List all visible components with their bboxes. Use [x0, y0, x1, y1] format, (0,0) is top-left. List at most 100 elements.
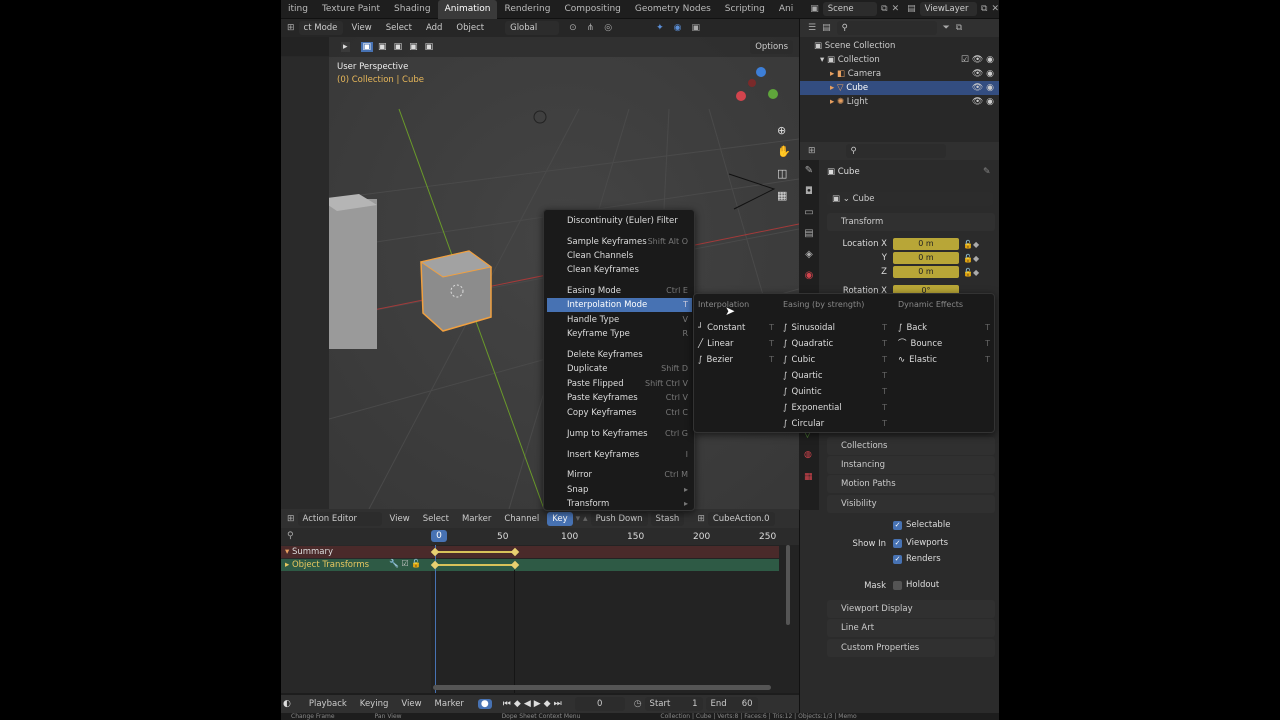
interp-linear[interactable]: ╱ Linear T — [698, 337, 774, 351]
light-visibility-icons[interactable]: 👁 ◉ — [972, 95, 994, 109]
push-down-button[interactable]: Push Down — [590, 511, 648, 526]
world-tab-icon[interactable]: ◉ — [799, 265, 819, 286]
gizmo-z-icon[interactable] — [756, 67, 766, 77]
menu-item-interpolation-mode[interactable]: Interpolation Mode T — [547, 298, 692, 312]
filter-icon[interactable]: ⏷ — [943, 23, 950, 33]
tab-compositing[interactable]: Compositing — [557, 0, 627, 19]
new-collection-icon[interactable]: ⧉ — [956, 23, 962, 33]
line-art-panel-header[interactable]: Line Art — [827, 619, 995, 637]
keying-menu[interactable]: Keying — [355, 697, 394, 711]
menu-item-transform[interactable]: Transform ▸ — [547, 497, 692, 511]
outliner-search-input[interactable]: ⚲ — [836, 21, 937, 35]
motion-paths-panel-header[interactable]: Motion Paths — [827, 475, 995, 493]
collection-visibility-icons[interactable]: ☑ 👁 ◉ — [961, 53, 994, 67]
close-icon[interactable]: ✕ — [892, 4, 900, 14]
options-button[interactable]: Options — [750, 40, 793, 54]
easing-sinusoidal[interactable]: ∫ Sinusoidal T — [783, 321, 887, 335]
select-intersect-icon[interactable]: ▣ — [423, 42, 436, 52]
overlay-toggle-icon[interactable]: ◉ — [674, 23, 682, 33]
pan-hand-icon[interactable]: ✋ — [777, 145, 791, 158]
menu-item-clean-channels[interactable]: Clean Channels — [547, 249, 692, 263]
channel-search-input[interactable]: ⚲ — [281, 528, 431, 545]
tab-editing[interactable]: iting — [281, 0, 315, 19]
menu-item-insert-keyframes[interactable]: Insert Keyframes I — [547, 448, 692, 462]
ae-menu-channel[interactable]: Channel — [499, 512, 544, 526]
visibility-panel-header[interactable]: Visibility — [827, 495, 995, 513]
camera-view-icon[interactable]: ◫ — [777, 167, 787, 180]
outliner-collection[interactable]: ▾ ▣ Collection ☑ 👁 ◉ — [800, 53, 999, 67]
dynamic-back[interactable]: ∫ Back T — [898, 321, 990, 335]
jump-start-icon[interactable]: ⏮ — [503, 699, 511, 709]
action-selector[interactable]: CubeAction.0 — [707, 511, 775, 526]
snap-icon[interactable]: ⋔ — [587, 23, 595, 33]
summary-row[interactable] — [281, 546, 779, 558]
menu-item-snap[interactable]: Snap ▸ — [547, 483, 692, 497]
menu-select[interactable]: Select — [381, 21, 417, 35]
copy-icon[interactable]: ⧉ — [881, 4, 887, 14]
menu-item-jump-to-keyframes[interactable]: Jump to Keyframes Ctrl G — [547, 427, 692, 441]
jump-end-icon[interactable]: ⏭ — [554, 699, 562, 709]
gizmo-y-icon[interactable] — [768, 89, 778, 99]
easing-quartic[interactable]: ∫ Quartic T — [783, 369, 887, 383]
holdout-checkbox[interactable]: Holdout — [893, 580, 939, 590]
ae-menu-key[interactable]: Key — [547, 511, 573, 526]
object-name-field[interactable]: ▣ ⌄ Cube — [827, 192, 993, 206]
pivot-icon[interactable]: ⊙ — [569, 23, 577, 33]
cube-visibility-icons[interactable]: 👁 ◉ — [972, 81, 994, 95]
tab-geometry-nodes[interactable]: Geometry Nodes — [628, 0, 718, 19]
play-icon[interactable]: ▶ — [534, 699, 541, 709]
dynamic-bounce[interactable]: ⌒ Bounce T — [898, 337, 990, 351]
gizmo-x-icon[interactable] — [736, 91, 746, 101]
easing-quintic[interactable]: ∫ Quintic T — [783, 385, 887, 399]
material-tab-icon[interactable]: ◍ — [804, 450, 812, 460]
editor-type-icon[interactable]: ⊞ — [287, 23, 295, 33]
menu-item-handle-type[interactable]: Handle Type V — [547, 313, 692, 327]
collections-panel-header[interactable]: Collections — [827, 437, 995, 455]
select-extend-icon[interactable]: ▣ — [376, 42, 389, 52]
transform-panel-header[interactable]: Transform — [827, 213, 995, 231]
interp-bezier[interactable]: ∫ Bezier T — [698, 353, 774, 367]
frame-ruler[interactable]: 0 50 100 150 200 250 — [431, 528, 799, 545]
ae-menu-select[interactable]: Select — [418, 512, 454, 526]
select-subtract-icon[interactable]: ▣ — [392, 42, 405, 52]
prev-key-icon[interactable]: ◆ — [514, 699, 521, 709]
menu-item-mirror[interactable]: Mirror Ctrl M — [547, 468, 692, 482]
navigation-gizmo[interactable] — [734, 67, 784, 117]
menu-view[interactable]: View — [347, 21, 377, 35]
tab-scripting[interactable]: Scripting — [718, 0, 772, 19]
scene-selector[interactable]: Scene — [822, 2, 878, 16]
tab-animation[interactable]: Animation — [437, 0, 498, 19]
outliner-item-cube[interactable]: ▸ ▽ Cube 👁 ◉ — [800, 81, 999, 95]
end-frame-field[interactable]: End 60 — [705, 697, 758, 711]
select-invert-icon[interactable]: ▣ — [407, 42, 420, 52]
location-x-field[interactable]: 0 m — [893, 238, 959, 250]
instancing-panel-header[interactable]: Instancing — [827, 456, 995, 474]
zoom-icon[interactable]: ⊕ — [777, 124, 786, 137]
tab-texture-paint[interactable]: Texture Paint — [315, 0, 387, 19]
select-tool-icon[interactable]: ▸ — [341, 42, 350, 52]
timeline-editor-icon[interactable]: ◐ — [283, 699, 291, 709]
channel-toggle-icons[interactable]: 🔧 ☑ 🔓 — [389, 559, 421, 568]
menu-item-duplicate[interactable]: Duplicate Shift D — [547, 362, 692, 376]
stash-button[interactable]: Stash — [650, 511, 685, 526]
start-frame-field[interactable]: Start 1 — [644, 697, 703, 711]
mode-selector[interactable]: ct Mode — [298, 21, 343, 35]
action-editor-mode[interactable]: Action Editor — [297, 511, 382, 526]
menu-item-easing-mode[interactable]: Easing Mode Ctrl E — [547, 284, 692, 298]
close-icon-2[interactable]: ✕ — [991, 4, 999, 14]
outliner-scene-collection[interactable]: ▣ Scene Collection — [800, 39, 999, 53]
easing-exponential[interactable]: ∫ Exponential T — [783, 401, 887, 415]
menu-item-clean-keyframes[interactable]: Clean Keyframes — [547, 263, 692, 277]
easing-circular[interactable]: ∫ Circular T — [783, 417, 887, 431]
menu-item-keyframe-type[interactable]: Keyframe Type R — [547, 327, 692, 341]
outliner-item-camera[interactable]: ▸ ◧ Camera 👁 ◉ — [800, 67, 999, 81]
vertical-scrollbar[interactable] — [786, 545, 790, 625]
display-mode-icon[interactable]: ▤ — [822, 23, 831, 33]
scene-tab-icon[interactable]: ◈ — [799, 244, 819, 265]
viewport-display-panel-header[interactable]: Viewport Display — [827, 600, 995, 618]
playback-menu[interactable]: Playback — [304, 697, 352, 711]
output-tab-icon[interactable]: ▭ — [799, 202, 819, 223]
ortho-grid-icon[interactable]: ▦ — [777, 189, 787, 202]
menu-item-paste-keyframes[interactable]: Paste Keyframes Ctrl V — [547, 391, 692, 405]
properties-search-input[interactable]: ⚲ — [845, 144, 946, 158]
